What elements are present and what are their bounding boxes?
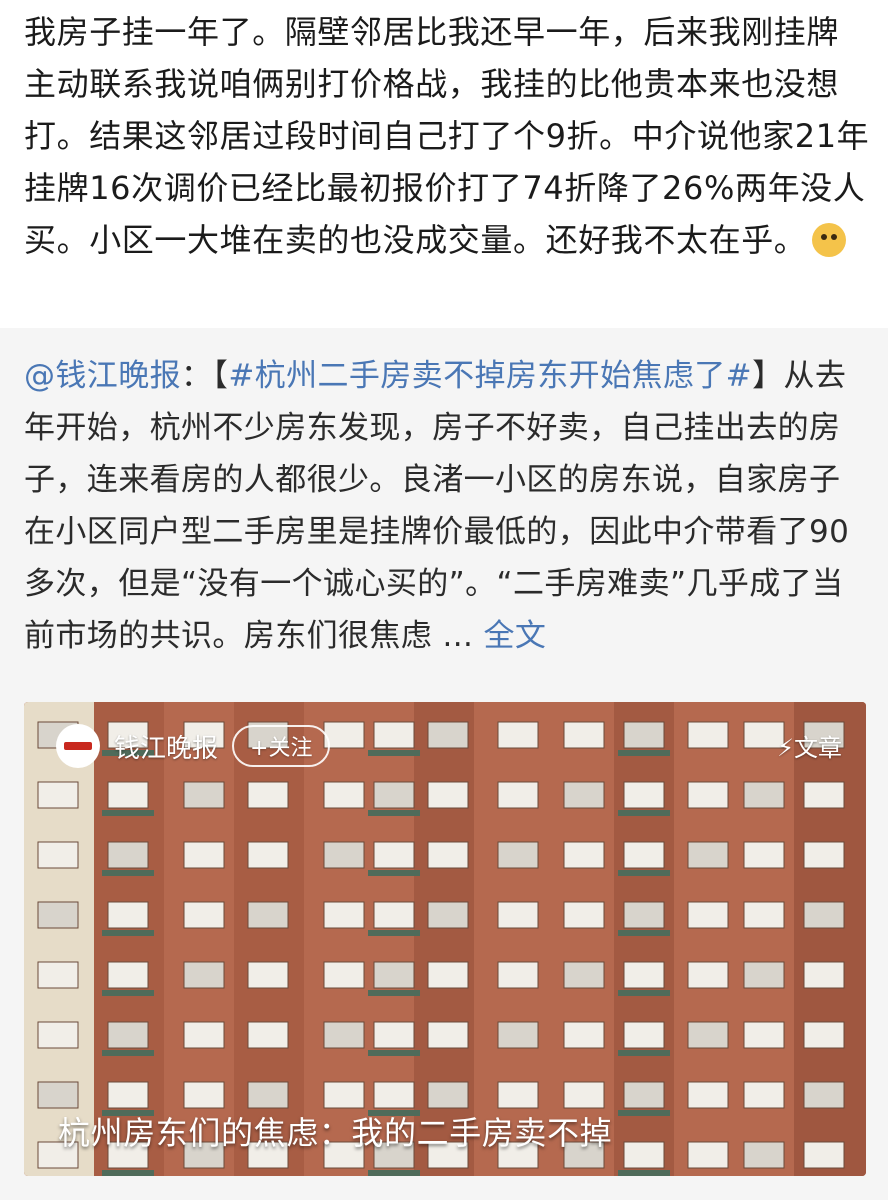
full-text-link[interactable]: 全文 bbox=[483, 618, 546, 654]
article-card[interactable]: 钱江晚报 +关注 ⚡文章 杭州房东们的焦虑：我的二手房卖不掉 bbox=[24, 702, 866, 1176]
article-caption: 杭州房东们的焦虑：我的二手房卖不掉 bbox=[58, 1114, 613, 1152]
doge-emoji-icon bbox=[812, 223, 847, 257]
hashtag-link[interactable]: #杭州二手房卖不掉房东开始焦虑了# bbox=[228, 358, 752, 394]
repost-text: @钱江晚报：【#杭州二手房卖不掉房东开始焦虑了#】从去年开始，杭州不少房东发现，… bbox=[24, 350, 870, 662]
repost-author-link[interactable]: @钱江晚报 bbox=[24, 358, 181, 394]
source-name[interactable]: 钱江晚报 bbox=[114, 728, 218, 765]
post-body: 我房子挂一年了。隔壁邻居比我还早一年，后来我刚挂牌主动联系我说咱俩别打价格战，我… bbox=[24, 13, 870, 259]
building-photo bbox=[24, 702, 866, 1176]
repost-separator: ：【 bbox=[181, 358, 229, 394]
post-text: 我房子挂一年了。隔壁邻居比我还早一年，后来我刚挂牌主动联系我说咱俩别打价格战，我… bbox=[24, 6, 870, 266]
follow-button[interactable]: +关注 bbox=[232, 725, 331, 767]
repost-body: 】从去年开始，杭州不少房东发现，房子不好卖，自己挂出去的房子，连来看房的人都很少… bbox=[24, 358, 850, 654]
source-header: 钱江晚报 +关注 bbox=[56, 724, 331, 768]
source-logo-icon bbox=[56, 724, 100, 768]
article-type-tag: ⚡文章 bbox=[777, 734, 842, 762]
repost-container[interactable]: @钱江晚报：【#杭州二手房卖不掉房东开始焦虑了#】从去年开始，杭州不少房东发现，… bbox=[0, 328, 888, 1200]
ellipsis: ... bbox=[432, 618, 484, 654]
